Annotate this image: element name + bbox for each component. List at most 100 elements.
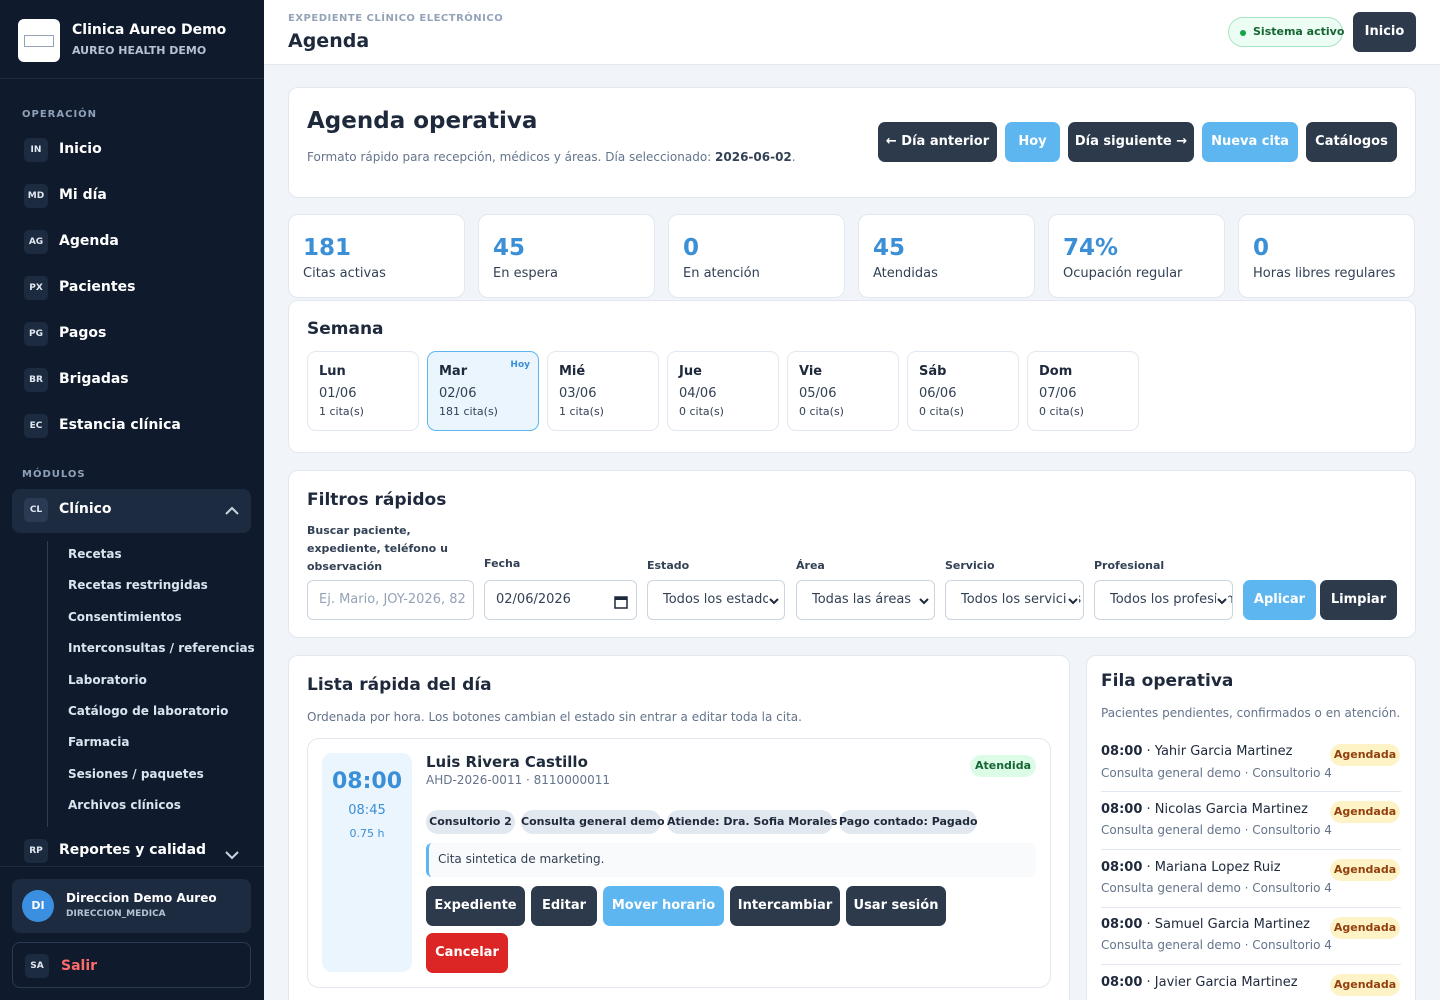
- submenu-item-sesiones[interactable]: Sesiones / paquetes: [68, 767, 204, 781]
- edit-button[interactable]: Editar: [531, 886, 597, 926]
- date-value: 02/06/2026: [496, 592, 571, 607]
- submenu-item-consentimientos[interactable]: Consentimientos: [68, 610, 182, 624]
- logout-button[interactable]: SA Salir: [12, 942, 251, 988]
- patient-meta: AHD-2026-0011 · 8110000011: [426, 773, 611, 787]
- submenu-item-catalogo-laboratorio[interactable]: Catálogo de laboratorio: [68, 704, 228, 718]
- day-card-dom[interactable]: Dom 07/06 0 cita(s): [1027, 351, 1139, 431]
- chevron-down-icon: [918, 595, 930, 607]
- day-card-mar[interactable]: Hoy Mar 02/06 181 cita(s): [427, 351, 539, 431]
- chevron-down-icon: [1067, 595, 1079, 607]
- day-card-vie[interactable]: Vie 05/06 0 cita(s): [787, 351, 899, 431]
- stat-card-citas-activas: 181 Citas activas: [288, 214, 465, 298]
- today-button[interactable]: Hoy: [1005, 122, 1060, 162]
- queue-item-detail: Consulta general demo · Consultorio 4: [1101, 938, 1332, 952]
- day-count: 0 cita(s): [679, 405, 724, 418]
- sidebar-item-pacientes[interactable]: PX Pacientes: [12, 267, 251, 311]
- sidebar-item-label: Agenda: [59, 233, 119, 249]
- chip-room: Consultorio 2: [426, 810, 515, 834]
- sidebar-item-inicio[interactable]: IN Inicio: [12, 129, 251, 173]
- professional-select[interactable]: Todos los profesionales: [1094, 580, 1233, 620]
- queue-item[interactable]: 08:00 · Yahir Garcia Martinez: [1101, 744, 1293, 759]
- sidebar-item-estancia-clinica[interactable]: EC Estancia clínica: [12, 405, 251, 449]
- submenu-item-interconsultas[interactable]: Interconsultas / referencias: [68, 641, 255, 655]
- day-list-title: Lista rápida del día: [307, 675, 492, 695]
- date-input[interactable]: 02/06/2026: [484, 580, 637, 620]
- stat-card-atendidas: 45 Atendidas: [858, 214, 1035, 298]
- queue-item[interactable]: 08:00 · Samuel Garcia Martinez: [1101, 917, 1310, 932]
- swap-button[interactable]: Intercambiar: [730, 886, 840, 926]
- chip-service: Consulta general demo: [521, 810, 665, 834]
- service-label: Servicio: [945, 559, 995, 572]
- sidebar-item-agenda[interactable]: AG Agenda: [12, 221, 251, 265]
- prev-day-button[interactable]: ← Día anterior: [878, 122, 997, 162]
- use-session-button[interactable]: Usar sesión: [846, 886, 946, 926]
- appointment-start: 08:00: [331, 769, 403, 794]
- area-select[interactable]: Todas las áreas: [796, 580, 935, 620]
- queue-item-detail: Consulta general demo · Consultorio 4: [1101, 823, 1332, 837]
- day-date: 07/06: [1039, 386, 1077, 401]
- stat-card-en-espera: 45 En espera: [478, 214, 655, 298]
- queue-item[interactable]: 08:00 · Nicolas Garcia Martinez: [1101, 802, 1308, 817]
- queue-item[interactable]: 08:00 · Mariana Lopez Ruiz: [1101, 860, 1281, 875]
- filters-title: Filtros rápidos: [307, 490, 447, 510]
- status-badge: Agendada: [1330, 917, 1400, 939]
- sidebar-item-label: Pagos: [59, 325, 107, 341]
- sidebar-item-mi-dia[interactable]: MD Mi día: [12, 175, 251, 219]
- queue-item[interactable]: 08:00 · Javier Garcia Martinez: [1101, 975, 1298, 990]
- status-badge: Agendada: [1330, 859, 1400, 881]
- patient-name[interactable]: Luis Rivera Castillo: [426, 753, 588, 771]
- nav-code-badge: BR: [24, 368, 48, 392]
- sidebar-item-pagos[interactable]: PG Pagos: [12, 313, 251, 357]
- chip-payment: Pago contado: Pagado: [839, 810, 978, 834]
- submenu-item-archivos-clinicos[interactable]: Archivos clínicos: [68, 798, 181, 812]
- date-label: Fecha: [484, 557, 521, 570]
- service-select[interactable]: Todos los servicios: [945, 580, 1084, 620]
- catalogs-button[interactable]: Catálogos: [1306, 122, 1397, 162]
- sidebar-item-brigadas[interactable]: BR Brigadas: [12, 359, 251, 403]
- submenu-item-laboratorio[interactable]: Laboratorio: [68, 673, 147, 687]
- stat-card-horas-libres: 0 Horas libres regulares: [1238, 214, 1415, 298]
- new-appointment-button[interactable]: Nueva cita: [1202, 122, 1298, 162]
- appointment-duration: 0.75 h: [349, 827, 385, 840]
- divider: [1101, 791, 1401, 792]
- nav-code-badge: MD: [24, 184, 48, 208]
- nav-code-badge: PX: [24, 276, 48, 300]
- topbar-eyebrow: EXPEDIENTE CLÍNICO ELECTRÓNICO: [288, 13, 504, 24]
- stat-value: 74%: [1063, 235, 1119, 261]
- status-badge: Sistema activo: [1228, 17, 1345, 47]
- day-card-sab[interactable]: Sáb 06/06 0 cita(s): [907, 351, 1019, 431]
- day-card-mie[interactable]: Mié 03/06 1 cita(s): [547, 351, 659, 431]
- apply-filters-button[interactable]: Aplicar: [1243, 580, 1316, 620]
- move-schedule-button[interactable]: Mover horario: [603, 886, 724, 926]
- section-modules-label: MÓDULOS: [22, 469, 86, 480]
- record-button[interactable]: Expediente: [426, 886, 525, 926]
- area-value: Todas las áreas: [812, 592, 912, 607]
- submenu-item-farmacia[interactable]: Farmacia: [68, 735, 129, 749]
- sidebar-item-label: Brigadas: [59, 371, 129, 387]
- sidebar-item-clinico[interactable]: CL Clínico: [12, 489, 251, 533]
- day-count: 1 cita(s): [559, 405, 604, 418]
- clear-filters-button[interactable]: Limpiar: [1320, 580, 1397, 620]
- next-day-button[interactable]: Día siguiente →: [1068, 122, 1194, 162]
- chevron-down-icon: [768, 595, 780, 607]
- queue-title: Fila operativa: [1101, 671, 1234, 691]
- cancel-appointment-button[interactable]: Cancelar: [426, 933, 508, 973]
- topbar: EXPEDIENTE CLÍNICO ELECTRÓNICO Agenda Si…: [264, 0, 1440, 65]
- logout-label: Salir: [61, 958, 98, 974]
- submenu-item-recetas[interactable]: Recetas: [68, 547, 122, 561]
- nav-code-badge: CL: [24, 498, 48, 522]
- day-card-jue[interactable]: Jue 04/06 0 cita(s): [667, 351, 779, 431]
- search-input[interactable]: Ej. Mario, JOY-2026, 82: [307, 580, 474, 620]
- submenu-item-recetas-restringidas[interactable]: Recetas restringidas: [68, 578, 208, 592]
- page-title: Agenda: [288, 30, 370, 52]
- day-name: Sáb: [919, 364, 947, 379]
- avatar: DI: [22, 890, 54, 922]
- state-select[interactable]: Todos los estados: [647, 580, 785, 620]
- selected-date: 2026-06-02: [715, 150, 792, 164]
- user-card[interactable]: DI Direccion Demo Aureo DIRECCION_MEDICA: [12, 879, 251, 933]
- stat-value: 45: [873, 235, 906, 261]
- day-name: Dom: [1039, 364, 1073, 379]
- home-button[interactable]: Inicio: [1353, 12, 1416, 52]
- day-card-lun[interactable]: Lun 01/06 1 cita(s): [307, 351, 419, 431]
- status-text: Sistema activo: [1253, 25, 1345, 38]
